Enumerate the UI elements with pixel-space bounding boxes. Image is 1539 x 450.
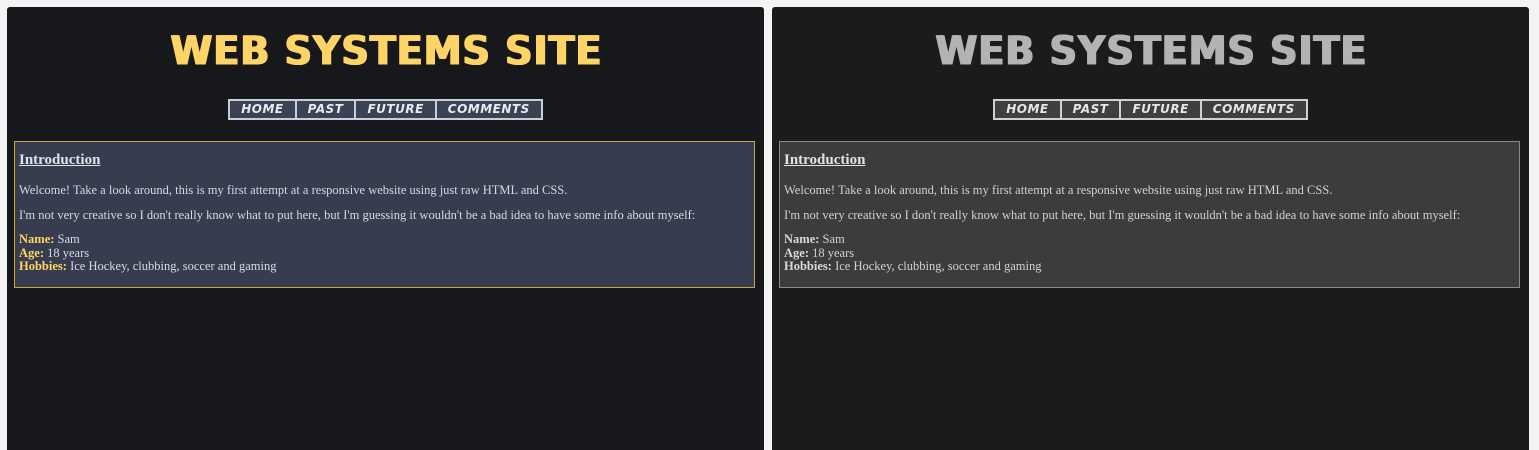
- intro-heading: Introduction: [784, 152, 866, 168]
- info-age-label: Age:: [784, 245, 809, 260]
- intro-box: Introduction Welcome! Take a look around…: [779, 141, 1520, 288]
- site-preview-grayscale: WEB SYSTEMS SITE HOME PAST FUTURE COMMEN…: [772, 7, 1529, 450]
- intro-box: Introduction Welcome! Take a look around…: [14, 141, 755, 288]
- nav-future-link[interactable]: FUTURE: [1121, 101, 1202, 118]
- nav-bar: HOME PAST FUTURE COMMENTS: [7, 99, 764, 120]
- nav-past-link[interactable]: PAST: [296, 101, 357, 118]
- info-age: Age: 18 years: [19, 245, 750, 261]
- nav-past-link[interactable]: PAST: [1061, 101, 1122, 118]
- intro-paragraph-2: I'm not very creative so I don't really …: [784, 208, 1461, 222]
- intro-heading: Introduction: [19, 152, 101, 168]
- info-hobbies-value: Ice Hockey, clubbing, soccer and gaming: [70, 259, 277, 273]
- intro-paragraph-2: I'm not very creative so I don't really …: [19, 208, 696, 222]
- info-age: Age: 18 years: [784, 245, 1515, 261]
- info-age-value: 18 years: [812, 245, 855, 260]
- info-age-value: 18 years: [47, 245, 90, 260]
- info-hobbies-label: Hobbies:: [784, 259, 832, 273]
- info-name-label: Name:: [784, 232, 820, 246]
- nav-bar: HOME PAST FUTURE COMMENTS: [772, 99, 1529, 120]
- site-title: WEB SYSTEMS SITE: [169, 27, 602, 75]
- intro-paragraph-1: Welcome! Take a look around, this is my …: [784, 183, 1333, 197]
- info-hobbies: Hobbies: Ice Hockey, clubbing, soccer an…: [19, 259, 750, 274]
- nav-comments-link[interactable]: COMMENTS: [1201, 101, 1306, 118]
- info-hobbies-value: Ice Hockey, clubbing, soccer and gaming: [835, 259, 1042, 273]
- info-hobbies: Hobbies: Ice Hockey, clubbing, soccer an…: [784, 259, 1515, 274]
- site-title: WEB SYSTEMS SITE: [934, 27, 1367, 75]
- info-name-value: Sam: [57, 232, 80, 246]
- nav-home-link[interactable]: HOME: [230, 101, 297, 118]
- nav-menu: HOME PAST FUTURE COMMENTS: [228, 99, 543, 120]
- site-preview-color: WEB SYSTEMS SITE HOME PAST FUTURE COMMEN…: [7, 7, 764, 450]
- info-name-label: Name:: [19, 232, 55, 246]
- info-age-label: Age:: [19, 245, 44, 260]
- nav-comments-link[interactable]: COMMENTS: [436, 101, 541, 118]
- info-name: Name: Sam: [784, 232, 1515, 247]
- info-name-value: Sam: [822, 232, 845, 246]
- info-hobbies-label: Hobbies:: [19, 259, 67, 273]
- intro-paragraph-1: Welcome! Take a look around, this is my …: [19, 183, 568, 197]
- nav-future-link[interactable]: FUTURE: [356, 101, 437, 118]
- screenshot-canvas: WEB SYSTEMS SITE HOME PAST FUTURE COMMEN…: [0, 0, 1539, 450]
- info-name: Name: Sam: [19, 232, 750, 247]
- nav-menu: HOME PAST FUTURE COMMENTS: [993, 99, 1308, 120]
- nav-home-link[interactable]: HOME: [995, 101, 1062, 118]
